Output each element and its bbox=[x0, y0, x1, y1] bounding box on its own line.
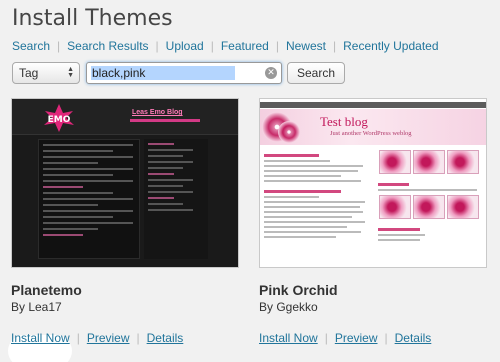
action-separator: | bbox=[76, 331, 80, 345]
subnav-featured[interactable]: Featured bbox=[221, 39, 269, 53]
install-now-link[interactable]: Install Now bbox=[259, 331, 318, 345]
subnav-newest[interactable]: Newest bbox=[286, 39, 326, 53]
theme-search-bar: Tag ▲ ▼ black,pink ✕ Search bbox=[12, 62, 346, 84]
clear-search-icon[interactable]: ✕ bbox=[265, 67, 277, 79]
preview-link[interactable]: Preview bbox=[87, 331, 130, 345]
search-type-select[interactable]: Tag ▲ ▼ bbox=[12, 62, 80, 84]
emo-logo-icon: EMO bbox=[44, 104, 74, 132]
theme-author: By Ggekko bbox=[259, 300, 318, 314]
theme-actions: Install Now | Preview | Details bbox=[259, 331, 487, 345]
action-separator: | bbox=[136, 331, 140, 345]
theme-actions: Install Now | Preview | Details bbox=[11, 331, 239, 345]
theme-author: By Lea17 bbox=[11, 300, 62, 314]
subnav-search[interactable]: Search bbox=[12, 39, 50, 53]
theme-install-subnav: Search | Search Results | Upload | Featu… bbox=[12, 39, 439, 53]
theme-screenshot[interactable]: EMO Leas Emo Blog bbox=[11, 98, 239, 268]
subnav-recently-updated[interactable]: Recently Updated bbox=[343, 39, 438, 53]
subnav-separator: | bbox=[332, 39, 337, 53]
subnav-separator: | bbox=[57, 39, 61, 53]
preview-link[interactable]: Preview bbox=[335, 331, 378, 345]
preview-site-title: Leas Emo Blog bbox=[132, 109, 183, 116]
search-input-value: black,pink bbox=[91, 66, 235, 80]
theme-name: Planetemo bbox=[11, 282, 82, 298]
theme-screenshot[interactable]: Test blog Just another WordPress weblog bbox=[259, 98, 487, 268]
search-input[interactable]: black,pink ✕ bbox=[86, 62, 282, 84]
details-link[interactable]: Details bbox=[147, 331, 184, 345]
action-separator: | bbox=[384, 331, 388, 345]
page-title: Install Themes bbox=[12, 6, 173, 31]
theme-card-planetemo: EMO Leas Emo Blog Planetemo By Lea17 Ins… bbox=[8, 98, 239, 362]
preview-site-title: Test blog bbox=[320, 114, 368, 129]
search-type-value: Tag bbox=[19, 66, 39, 80]
svg-text:EMO: EMO bbox=[48, 115, 71, 125]
subnav-separator: | bbox=[210, 39, 214, 53]
subnav-separator: | bbox=[155, 39, 159, 53]
search-button[interactable]: Search bbox=[287, 62, 346, 84]
subnav-upload[interactable]: Upload bbox=[166, 39, 204, 53]
subnav-search-results[interactable]: Search Results bbox=[67, 39, 148, 53]
preview-tagline: Just another WordPress weblog bbox=[330, 130, 412, 137]
action-separator: | bbox=[324, 331, 328, 345]
theme-card-pink-orchid: Test blog Just another WordPress weblog bbox=[259, 98, 487, 345]
select-arrows-icon: ▲ ▼ bbox=[67, 66, 74, 79]
theme-name: Pink Orchid bbox=[259, 282, 338, 298]
subnav-separator: | bbox=[275, 39, 279, 53]
install-now-link[interactable]: Install Now bbox=[11, 331, 70, 345]
details-link[interactable]: Details bbox=[395, 331, 432, 345]
